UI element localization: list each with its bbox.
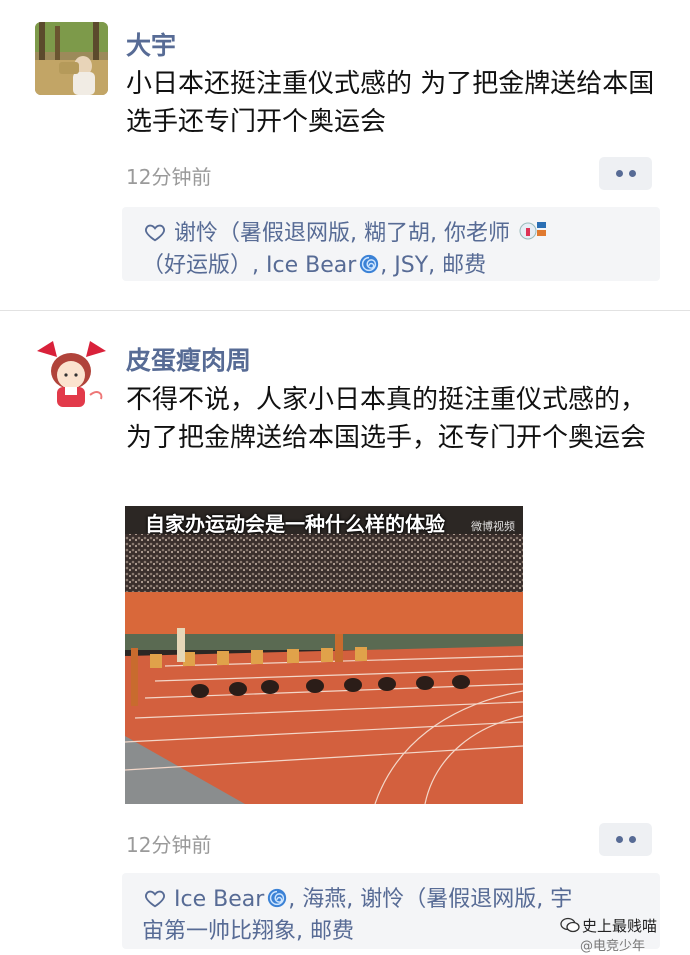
- liker-names[interactable]: Ice Bear: [174, 887, 264, 912]
- likes-line: Ice Bear , 海燕, 谢怜（暑假退网版, 宇: [144, 881, 572, 913]
- likes-line: 宙第一帅比翔象, 邮费: [142, 913, 354, 945]
- stadium-image: [125, 506, 523, 804]
- moment-post: 皮蛋瘦肉周 不得不说，人家小日本真的挺注重仪式感的，为了把金牌送给本国选手，还专…: [0, 311, 690, 955]
- avatar[interactable]: [35, 22, 108, 95]
- liker-names[interactable]: , JSY, 邮费: [380, 253, 486, 278]
- watermark-handle: @电竞少年: [580, 939, 646, 954]
- heart-outline-icon: [145, 224, 165, 242]
- heart-outline-icon: [145, 890, 165, 908]
- post-time: 12分钟前: [126, 165, 212, 189]
- likes-line: 谢怜（暑假退网版, 糊了胡, 你老师: [144, 215, 547, 247]
- liker-names[interactable]: （好运版）, Ice Bear: [142, 253, 356, 278]
- author-name[interactable]: 大宇: [126, 26, 176, 62]
- post-time: 12分钟前: [126, 833, 212, 857]
- author-name[interactable]: 皮蛋瘦肉周: [126, 341, 251, 377]
- liker-names[interactable]: 谢怜（暑假退网版, 糊了胡, 你老师: [174, 221, 510, 246]
- cyclone-emoji-icon: [360, 254, 379, 274]
- watermark: 史上最贱喵 @电竞少年: [560, 913, 690, 955]
- post-text: 小日本还挺注重仪式感的 为了把金牌送给本国选手还专门开个奥运会: [126, 69, 655, 137]
- avatar[interactable]: [35, 337, 108, 410]
- liker-names[interactable]: , 海燕, 谢怜（暑假退网版, 宇: [288, 887, 572, 912]
- video-badge: 微博视频: [471, 520, 515, 533]
- video-caption: 自家办运动会是一种什么样的体验: [145, 512, 445, 536]
- avatar-emoji-icon: [519, 222, 546, 240]
- more-dots-icon: [615, 836, 623, 843]
- watermark-account: 史上最贱喵: [582, 917, 658, 935]
- wechat-icon: [560, 917, 580, 933]
- likes-panel: 谢怜（暑假退网版, 糊了胡, 你老师 （好运版）, Ice Bear , JSY,…: [122, 207, 660, 281]
- likes-line: （好运版）, Ice Bear , JSY, 邮费: [142, 247, 486, 279]
- moment-post: 大宇 小日本还挺注重仪式感的 为了把金牌送给本国选手还专门开个奥运会 12分钟前…: [0, 0, 690, 310]
- post-text: 不得不说，人家小日本真的挺注重仪式感的，为了把金牌送给本国选手，还专门开个奥运会: [126, 385, 647, 453]
- more-button[interactable]: [599, 823, 652, 856]
- more-dots-icon: [615, 170, 623, 177]
- video-thumbnail[interactable]: 自家办运动会是一种什么样的体验 微博视频: [125, 506, 523, 804]
- more-button[interactable]: [599, 157, 652, 190]
- liker-names[interactable]: 宙第一帅比翔象, 邮费: [142, 919, 354, 944]
- cyclone-emoji-icon: [268, 888, 287, 908]
